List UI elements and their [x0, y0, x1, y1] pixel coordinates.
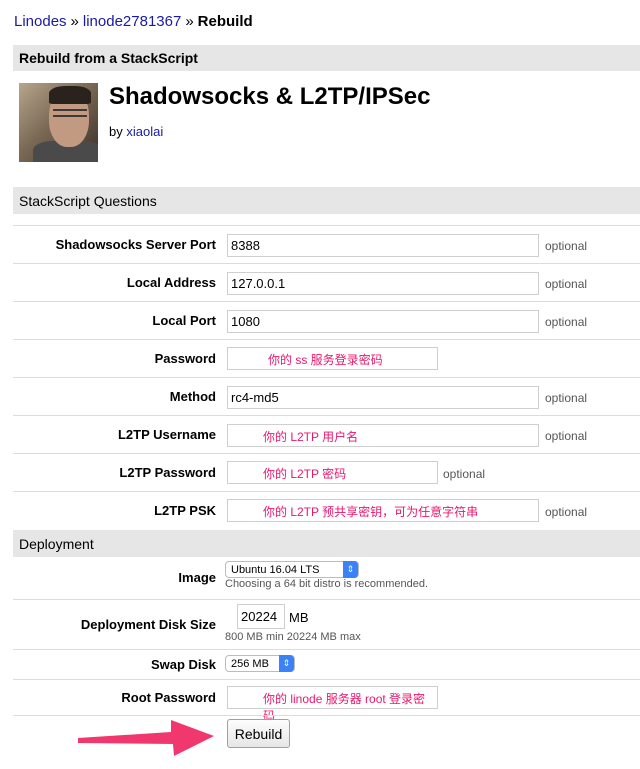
field-label: Local Address: [126, 275, 216, 290]
questions-header: StackScript Questions: [13, 187, 640, 214]
breadcrumb-linodes-link[interactable]: Linodes: [14, 13, 67, 30]
rebuild-button[interactable]: Rebuild: [227, 719, 290, 748]
question-row-local-port: Local Port optional: [13, 301, 640, 339]
breadcrumb-linode-link[interactable]: linode2781367: [83, 13, 181, 30]
breadcrumb-current: Rebuild: [197, 13, 253, 30]
question-row-l2tp-psk: L2TP PSK 你的 L2TP 预共享密钥，可为任意字符串 optional: [13, 491, 640, 529]
deployment-row-root-password: Root Password 你的 linode 服务器 root 登录密码: [13, 679, 640, 723]
image-select-value: Ubuntu 16.04 LTS: [231, 564, 320, 576]
method-input[interactable]: [227, 386, 539, 409]
l2tp-password-input[interactable]: 你的 L2TP 密码: [227, 461, 438, 484]
optional-label: optional: [545, 429, 588, 443]
disk-size-hint: 800 MB min 20224 MB max: [225, 631, 361, 643]
field-label: Root Password: [121, 690, 216, 705]
question-row-l2tp-username: L2TP Username 你的 L2TP 用户名 optional: [13, 415, 640, 453]
field-label: Image: [178, 570, 216, 585]
local-address-input[interactable]: [227, 272, 539, 295]
field-label: L2TP Username: [117, 427, 216, 442]
image-select[interactable]: Ubuntu 16.04 LTS ⇕: [225, 561, 359, 578]
optional-label: optional: [545, 391, 588, 405]
optional-label: optional: [545, 277, 588, 291]
local-port-input[interactable]: [227, 310, 539, 333]
ss-password-input[interactable]: 你的 ss 服务登录密码: [227, 347, 438, 370]
section-title-bar: Rebuild from a StackScript: [13, 45, 640, 71]
ss-port-input[interactable]: [227, 234, 539, 257]
question-row-method: Method optional: [13, 377, 640, 415]
disk-size-unit: MB: [289, 610, 309, 625]
field-label: Local Port: [152, 313, 216, 328]
l2tp-username-input[interactable]: 你的 L2TP 用户名: [227, 424, 539, 447]
deployment-row-swap: Swap Disk: [13, 649, 640, 679]
pointing-arrow-icon: [78, 720, 214, 756]
question-row-local-address: Local Address optional: [13, 263, 640, 301]
field-label: Password: [154, 351, 216, 366]
breadcrumb-separator: »: [185, 13, 194, 30]
field-label: Swap Disk: [150, 657, 216, 672]
breadcrumb: Linodes» linode2781367» Rebuild: [14, 13, 253, 30]
question-row-ss-port: Shadowsocks Server Port optional: [13, 225, 640, 263]
field-label: Method: [169, 389, 216, 404]
author-link[interactable]: xiaolai: [126, 124, 163, 139]
question-row-password: Password 你的 ss 服务登录密码: [13, 339, 640, 377]
field-label: L2TP Password: [119, 465, 216, 480]
optional-label: optional: [545, 315, 588, 329]
deployment-header: Deployment: [13, 530, 640, 557]
optional-label: optional: [545, 239, 588, 253]
root-password-input[interactable]: 你的 linode 服务器 root 登录密码: [227, 686, 438, 723]
l2tp-psk-input[interactable]: 你的 L2TP 预共享密钥，可为任意字符串: [227, 499, 539, 522]
optional-label: optional: [443, 467, 486, 481]
disk-size-input[interactable]: [237, 604, 285, 629]
image-hint: Choosing a 64 bit distro is recommended.: [225, 578, 428, 590]
swap-select[interactable]: 256 MB ⇕: [225, 655, 295, 672]
author-avatar: [19, 83, 98, 162]
up-down-chevron-icon: ⇕: [279, 655, 294, 672]
field-label: Deployment Disk Size: [80, 617, 216, 632]
by-label: by: [109, 124, 123, 139]
breadcrumb-separator: »: [70, 13, 79, 30]
up-down-chevron-icon: ⇕: [343, 561, 358, 578]
swap-select-value: 256 MB: [231, 658, 269, 670]
field-label: L2TP PSK: [154, 503, 216, 518]
question-row-l2tp-password: L2TP Password 你的 L2TP 密码 optional: [13, 453, 640, 491]
stackscript-byline: by xiaolai: [109, 124, 163, 139]
stackscript-title: Shadowsocks & L2TP/IPSec: [109, 83, 431, 110]
optional-label: optional: [545, 505, 588, 519]
field-label: Shadowsocks Server Port: [55, 237, 216, 252]
